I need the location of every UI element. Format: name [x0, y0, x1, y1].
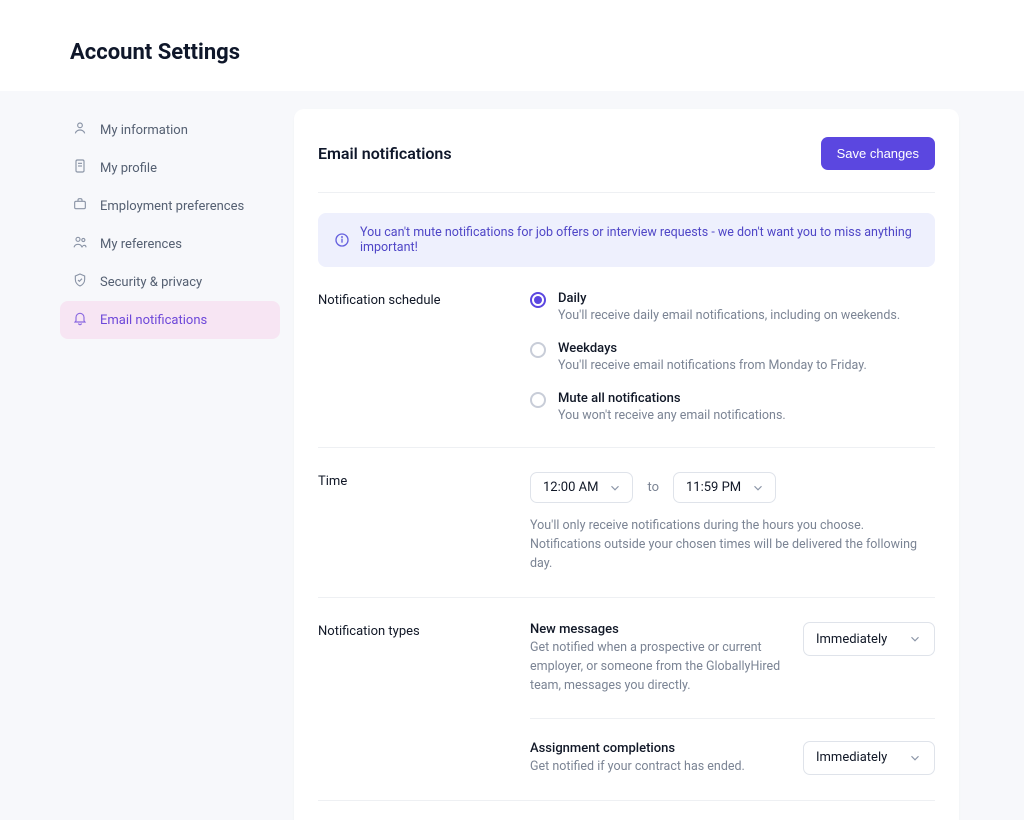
- sidebar-item-label: Email notifications: [100, 313, 207, 328]
- briefcase-icon: [72, 196, 88, 216]
- panel-title: Email notifications: [318, 144, 452, 163]
- type-desc: Get notified if your contract has ended.: [530, 758, 783, 777]
- sidebar-item-label: My references: [100, 237, 182, 252]
- sidebar-item-employment-preferences[interactable]: Employment preferences: [60, 187, 280, 225]
- sidebar-item-security-privacy[interactable]: Security & privacy: [60, 263, 280, 301]
- time-to-select[interactable]: 11:59 PM: [673, 472, 776, 503]
- section-notification-schedule: Notification schedule Daily You'll recei…: [318, 267, 935, 448]
- radio-label: Daily: [558, 291, 900, 306]
- radio-desc: You'll receive daily email notifications…: [558, 308, 900, 323]
- time-from-value: 12:00 AM: [543, 480, 598, 495]
- alert-text: You can't mute notifications for job off…: [360, 225, 919, 255]
- chevron-down-icon: [908, 632, 922, 646]
- sidebar-item-my-information[interactable]: My information: [60, 111, 280, 149]
- sidebar-item-label: My profile: [100, 161, 157, 176]
- file-icon: [72, 158, 88, 178]
- page-title: Account Settings: [70, 40, 954, 65]
- radio-desc: You won't receive any email notification…: [558, 408, 786, 423]
- radio-daily[interactable]: [530, 292, 546, 308]
- sidebar-item-label: My information: [100, 123, 188, 138]
- sidebar-item-label: Security & privacy: [100, 275, 202, 290]
- info-alert: You can't mute notifications for job off…: [318, 213, 935, 267]
- select-value: Immediately: [816, 750, 887, 765]
- time-to-value: 11:59 PM: [686, 480, 741, 495]
- sidebar-item-email-notifications[interactable]: Email notifications: [60, 301, 280, 339]
- radio-desc: You'll receive email notifications from …: [558, 358, 867, 373]
- time-help-text: You'll only receive notifications during…: [530, 517, 935, 573]
- section-label: Time: [318, 472, 530, 573]
- info-icon: [334, 232, 350, 248]
- radio-mute[interactable]: [530, 392, 546, 408]
- type-desc: Get notified when a prospective or curre…: [530, 639, 783, 695]
- section-time: Time 12:00 AM to 11:59 PM: [318, 448, 935, 598]
- time-to-label: to: [647, 480, 659, 495]
- users-icon: [72, 234, 88, 254]
- time-from-select[interactable]: 12:00 AM: [530, 472, 633, 503]
- chevron-down-icon: [908, 751, 922, 765]
- shield-icon: [72, 272, 88, 292]
- radio-label: Mute all notifications: [558, 391, 786, 406]
- frequency-select-assignment-completions[interactable]: Immediately: [803, 741, 935, 775]
- select-value: Immediately: [816, 632, 887, 647]
- frequency-select-new-messages[interactable]: Immediately: [803, 622, 935, 656]
- sidebar-item-my-profile[interactable]: My profile: [60, 149, 280, 187]
- chevron-down-icon: [751, 481, 765, 495]
- section-label: Notification schedule: [318, 291, 530, 423]
- sidebar: My information My profile Employment pre…: [0, 91, 294, 820]
- page-header: Account Settings: [0, 0, 1024, 91]
- section-email-newsletter: Email newsletter New features and produc…: [318, 801, 935, 820]
- chevron-down-icon: [608, 481, 622, 495]
- settings-panel: Email notifications Save changes You can…: [294, 109, 959, 820]
- radio-label: Weekdays: [558, 341, 867, 356]
- type-title: New messages: [530, 622, 783, 637]
- radio-weekdays[interactable]: [530, 342, 546, 358]
- save-changes-button[interactable]: Save changes: [821, 137, 935, 170]
- type-title: Assignment completions: [530, 741, 783, 756]
- section-notification-types: Notification types New messages Get noti…: [318, 598, 935, 801]
- bell-icon: [72, 310, 88, 330]
- sidebar-item-my-references[interactable]: My references: [60, 225, 280, 263]
- user-icon: [72, 120, 88, 140]
- sidebar-item-label: Employment preferences: [100, 199, 244, 214]
- section-label: Notification types: [318, 622, 530, 776]
